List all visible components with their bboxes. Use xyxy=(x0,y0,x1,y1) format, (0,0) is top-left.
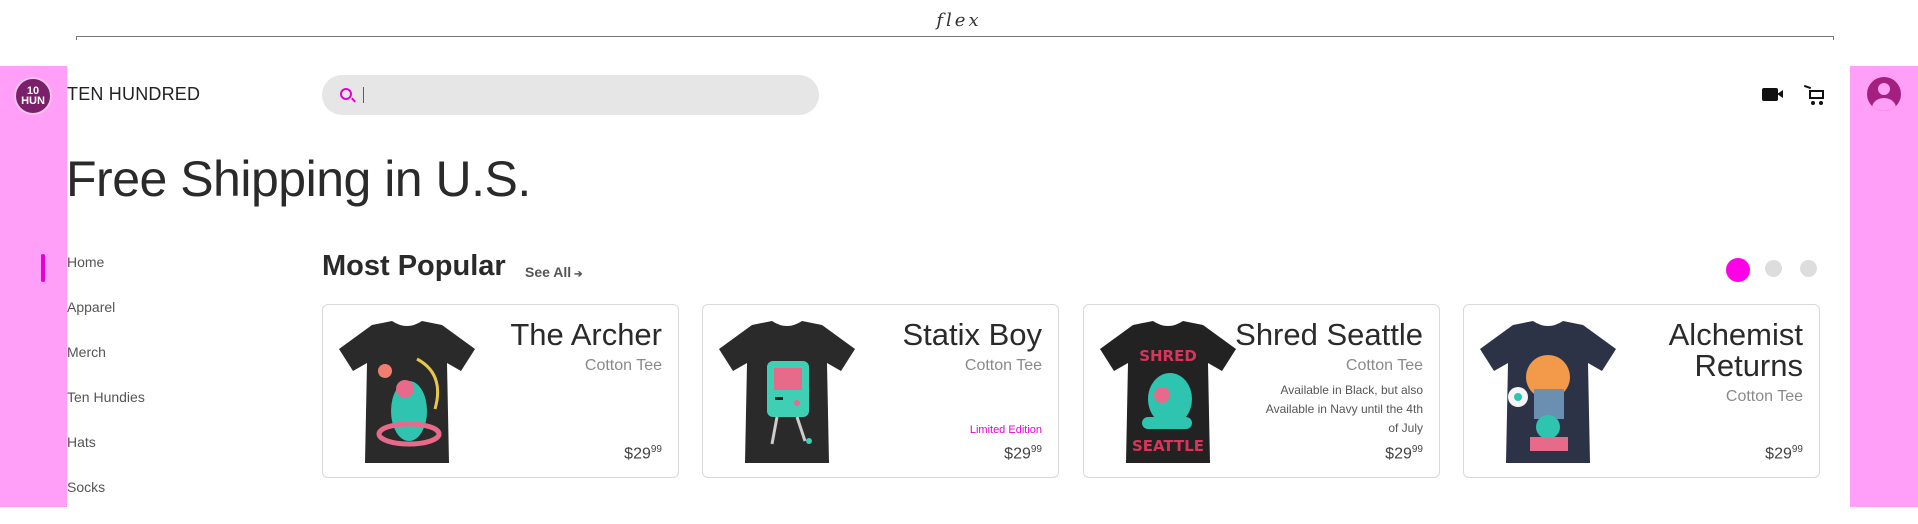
svg-text:SEATTLE: SEATTLE xyxy=(1132,437,1204,455)
product-name: The Archer xyxy=(510,317,662,352)
sidebar-item-socks[interactable]: Socks xyxy=(67,479,145,524)
frame-divider xyxy=(76,36,1834,40)
product-price: $2999 xyxy=(1004,444,1042,463)
sidebar-item-home[interactable]: Home xyxy=(67,254,145,299)
product-name: Shred Seattle xyxy=(1235,317,1423,352)
carousel-dot-1[interactable] xyxy=(1726,258,1750,282)
limited-edition-badge: Limited Edition xyxy=(969,424,1042,436)
browser-frame: flex xyxy=(0,0,1918,66)
product-card[interactable]: Alchemist Returns Cotton Tee $2999 xyxy=(1463,304,1820,478)
search-input[interactable] xyxy=(362,83,802,107)
product-type: Cotton Tee xyxy=(964,357,1042,374)
brand-logo[interactable]: 10 HUN xyxy=(14,77,52,115)
brand-name[interactable]: TEN HUNDRED xyxy=(67,84,200,105)
product-type: Cotton Tee xyxy=(1345,357,1423,374)
product-price: $2999 xyxy=(1385,444,1423,463)
frame-label: flex xyxy=(936,10,982,31)
sidebar-item-merch[interactable]: Merch xyxy=(67,344,145,389)
tshirt-image xyxy=(339,321,475,463)
nav-active-indicator xyxy=(41,254,45,282)
video-icon[interactable] xyxy=(1762,88,1783,101)
tshirt-image: SHRED SEATTLE xyxy=(1100,321,1236,463)
search-icon xyxy=(340,88,352,100)
search-bar[interactable] xyxy=(322,75,819,115)
sidebar-item-ten-hundies[interactable]: Ten Hundies xyxy=(67,389,145,434)
product-price: $2999 xyxy=(624,444,662,463)
sidebar-item-apparel[interactable]: Apparel xyxy=(67,299,145,344)
text-caret xyxy=(363,87,364,103)
product-card[interactable]: Statix Boy Cotton Tee Limited Edition $2… xyxy=(702,304,1059,478)
right-side-panel xyxy=(1850,66,1918,507)
carousel-dot-3[interactable] xyxy=(1800,260,1817,277)
cart-icon[interactable] xyxy=(1803,84,1826,106)
carousel-dot-2[interactable] xyxy=(1765,260,1782,277)
product-price: $2999 xyxy=(1765,444,1803,463)
arrow-right-icon: ➔ xyxy=(574,269,583,280)
avatar-icon xyxy=(1878,83,1890,95)
section-title: Most Popular xyxy=(322,250,506,282)
product-card[interactable]: The Archer Cotton Tee $2999 xyxy=(322,304,679,478)
sidebar-item-hats[interactable]: Hats xyxy=(67,434,145,479)
see-all-link[interactable]: See All ➔ xyxy=(525,264,583,280)
product-name: Alchemist Returns xyxy=(1668,317,1803,383)
tshirt-image xyxy=(719,321,855,463)
logo-text: 10 HUN xyxy=(21,85,45,107)
avatar[interactable] xyxy=(1867,77,1901,111)
svg-text:SHRED: SHRED xyxy=(1139,347,1197,365)
left-side-panel xyxy=(0,66,67,507)
product-type: Cotton Tee xyxy=(1725,388,1803,405)
sidebar-nav: Home Apparel Merch Ten Hundies Hats Sock… xyxy=(67,254,145,524)
page-title: Free Shipping in U.S. xyxy=(66,151,531,207)
product-type: Cotton Tee xyxy=(584,357,662,374)
see-all-label: See All xyxy=(525,264,572,280)
product-card[interactable]: SHRED SEATTLE Shred Seattle Cotton Tee A… xyxy=(1083,304,1440,478)
product-note: Available in Black, but also Available i… xyxy=(1265,383,1423,435)
product-name: Statix Boy xyxy=(902,317,1042,352)
